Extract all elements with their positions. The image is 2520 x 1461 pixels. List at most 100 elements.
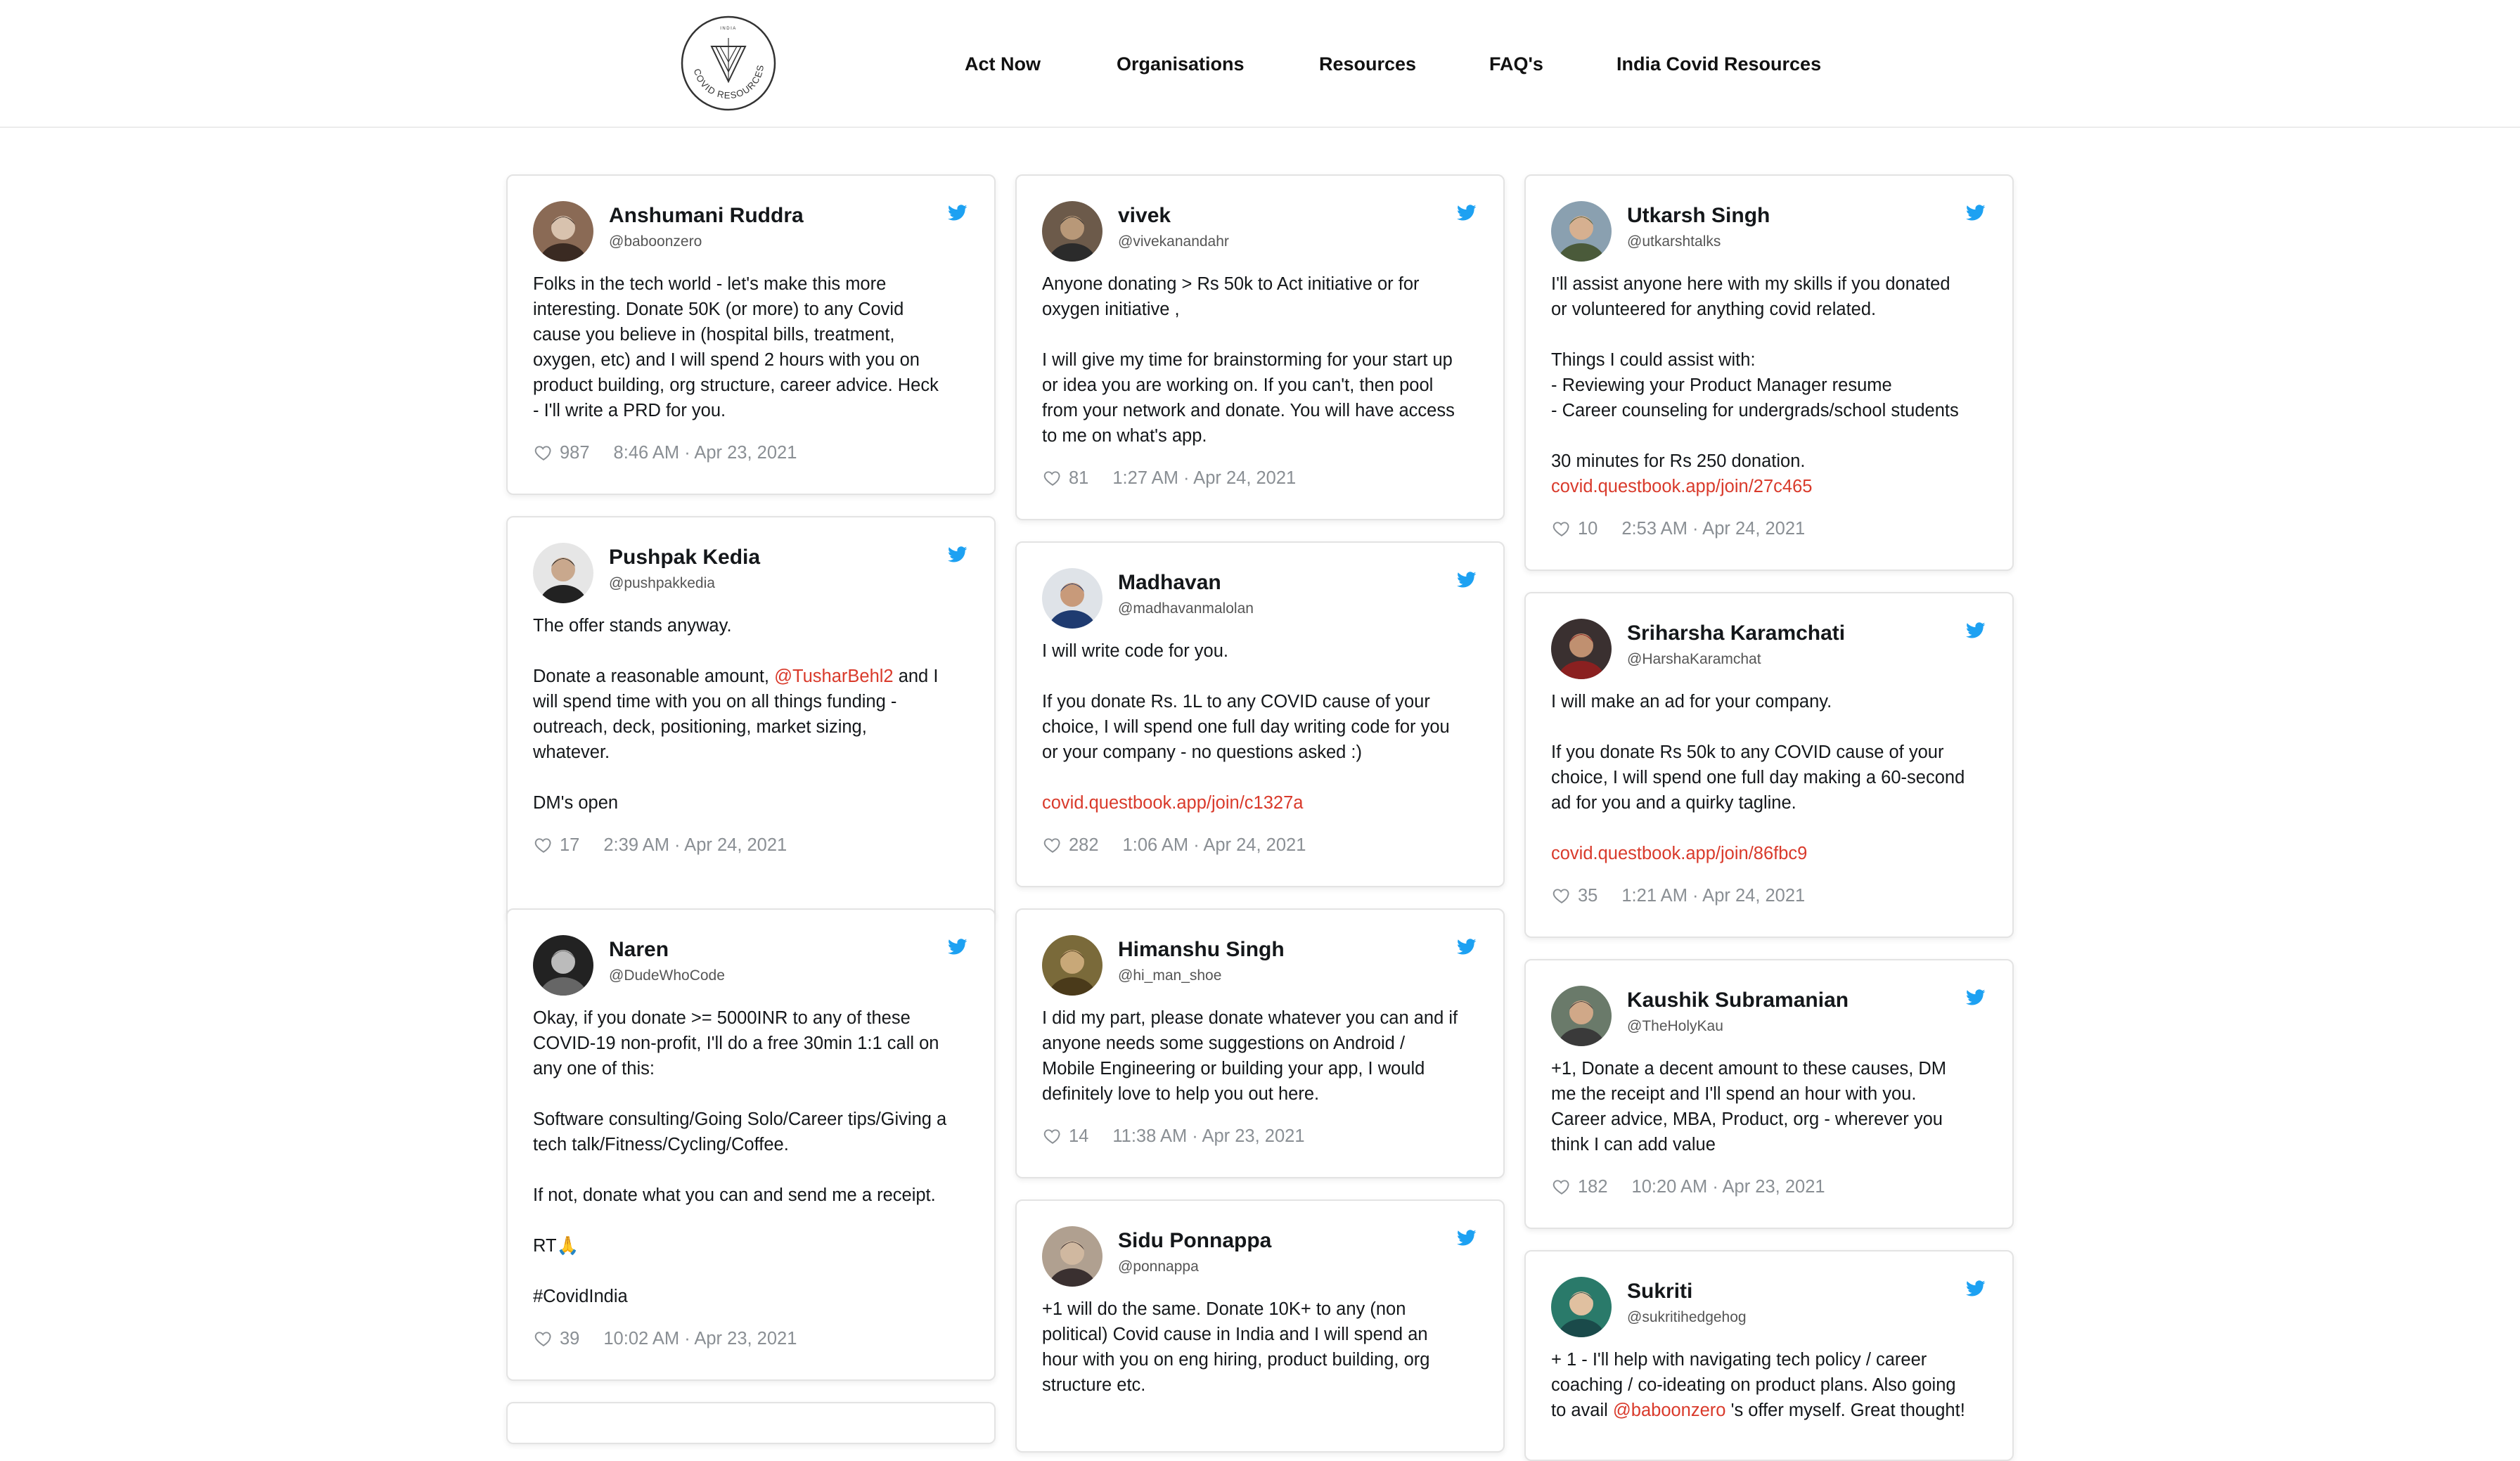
author-name[interactable]: Anshumani Ruddra — [609, 204, 804, 228]
author-handle[interactable]: @baboonzero — [609, 233, 702, 250]
author-name[interactable]: Sukriti — [1627, 1280, 1692, 1304]
tweet-line: whatever. — [533, 740, 969, 765]
heart-icon[interactable] — [1042, 1127, 1063, 1145]
nav-india-covid-resources[interactable]: India Covid Resources — [1616, 53, 1821, 75]
heart-icon[interactable] — [1042, 836, 1063, 854]
tweet-line: COVID-19 non-profit, I'll do a free 30mi… — [533, 1031, 969, 1056]
twitter-icon[interactable] — [1454, 1226, 1478, 1247]
tweet-link[interactable]: covid.questbook.app/join/86fbc9 — [1551, 844, 1807, 863]
tweet-timestamp[interactable]: 8:46 AM · Apr 23, 2021 — [614, 443, 797, 463]
twitter-icon[interactable] — [945, 201, 969, 222]
tweet-card-partial[interactable] — [506, 1402, 996, 1444]
tweet-text: I will make an ad for your company. If yo… — [1551, 689, 1987, 866]
tweet-line-text: I will write code for you. — [1042, 641, 1229, 661]
tweet-link[interactable]: @baboonzero — [1613, 1401, 1726, 1420]
tweet-timestamp[interactable]: 10:02 AM · Apr 23, 2021 — [603, 1329, 797, 1349]
author-name[interactable]: vivek — [1118, 204, 1171, 228]
tweet-line: coaching / co-ideating on product plans.… — [1551, 1372, 1987, 1398]
tweet-card[interactable]: Sidu Ponnappa @ponnappa +1 will do the sam… — [1015, 1199, 1505, 1453]
author-name[interactable]: Utkarsh Singh — [1627, 204, 1770, 228]
twitter-icon[interactable] — [1963, 1277, 1987, 1298]
heart-icon[interactable] — [1551, 1178, 1572, 1196]
tweet-line — [533, 1208, 969, 1233]
author-name[interactable]: Naren — [609, 938, 669, 962]
tweet-line: anyone needs some suggestions on Android… — [1042, 1031, 1478, 1056]
author-handle[interactable]: @ponnappa — [1118, 1259, 1199, 1275]
tweet-card[interactable]: Pushpak Kedia @pushpakkedia The offer stan… — [506, 516, 996, 921]
tweet-timestamp[interactable]: 11:38 AM · Apr 23, 2021 — [1112, 1126, 1304, 1146]
author-handle[interactable]: @madhavanmalolan — [1118, 600, 1254, 617]
heart-icon[interactable] — [533, 836, 554, 854]
tweet-timestamp[interactable]: 2:39 AM · Apr 24, 2021 — [603, 835, 787, 855]
author-handle[interactable]: @pushpakkedia — [609, 575, 715, 592]
tweet-card[interactable]: Kaushik Subramanian @TheHolyKau +1, Donate… — [1524, 959, 2014, 1229]
tweet-link[interactable]: covid.questbook.app/join/27c465 — [1551, 477, 1812, 496]
avatar[interactable] — [533, 543, 593, 603]
author-handle[interactable]: @HarshaKaramchat — [1627, 651, 1761, 668]
heart-icon[interactable] — [1551, 520, 1572, 538]
tweet-line: I will write code for you. — [1042, 638, 1478, 664]
avatar[interactable] — [1551, 201, 1612, 262]
author-name[interactable]: Himanshu Singh — [1118, 938, 1285, 962]
heart-icon[interactable] — [1551, 887, 1572, 905]
avatar[interactable] — [1042, 568, 1102, 629]
author-handle[interactable]: @hi_man_shoe — [1118, 967, 1221, 984]
tweet-card[interactable]: Madhavan @madhavanmalolan I will write cod… — [1015, 541, 1505, 887]
author-handle[interactable]: @DudeWhoCode — [609, 967, 725, 984]
like-count: 39 — [560, 1329, 580, 1349]
tweet-line-text: I will give my time for brainstorming fo… — [1042, 350, 1453, 370]
author-handle[interactable]: @sukritihedgehog — [1627, 1309, 1747, 1326]
avatar[interactable] — [1551, 986, 1612, 1046]
nav-organisations[interactable]: Organisations — [1117, 53, 1245, 75]
twitter-icon[interactable] — [1454, 935, 1478, 956]
avatar[interactable] — [1042, 201, 1102, 262]
twitter-icon[interactable] — [1454, 568, 1478, 589]
tweet-card[interactable]: Sriharsha Karamchati @HarshaKaramchat I wi… — [1524, 592, 2014, 938]
avatar[interactable] — [533, 201, 593, 262]
heart-icon[interactable] — [533, 1330, 554, 1348]
tweet-footer: 182 10:20 AM · Apr 23, 2021 — [1551, 1177, 1825, 1197]
tweet-card[interactable]: vivek @vivekanandahr Anyone donating > Rs … — [1015, 174, 1505, 520]
tweet-line: hour with you on eng hiring, product bui… — [1042, 1347, 1478, 1372]
tweet-link[interactable]: @TusharBehl2 — [774, 667, 894, 686]
author-name[interactable]: Sriharsha Karamchati — [1627, 622, 1845, 645]
tweet-timestamp[interactable]: 1:06 AM · Apr 24, 2021 — [1123, 835, 1306, 855]
tweet-card[interactable]: Naren @DudeWhoCode Okay, if you donate >= … — [506, 908, 996, 1381]
twitter-icon[interactable] — [1963, 986, 1987, 1007]
tweet-card[interactable]: Sukriti @sukritihedgehog + 1 - I'll help w… — [1524, 1250, 2014, 1461]
tweet-timestamp[interactable]: 2:53 AM · Apr 24, 2021 — [1621, 519, 1805, 539]
tweet-timestamp[interactable]: 1:27 AM · Apr 24, 2021 — [1112, 468, 1296, 488]
tweet-line-text: to avail — [1551, 1401, 1613, 1420]
avatar[interactable] — [1042, 1226, 1102, 1287]
tweet-link[interactable]: covid.questbook.app/join/c1327a — [1042, 793, 1303, 813]
twitter-icon[interactable] — [945, 935, 969, 956]
author-handle[interactable]: @TheHolyKau — [1627, 1018, 1723, 1035]
tweet-card[interactable]: Utkarsh Singh @utkarshtalks I'll assist an… — [1524, 174, 2014, 571]
author-name[interactable]: Madhavan — [1118, 571, 1221, 595]
nav-resources[interactable]: Resources — [1319, 53, 1416, 75]
avatar[interactable] — [1551, 619, 1612, 679]
twitter-icon[interactable] — [1963, 201, 1987, 222]
tweet-card[interactable]: Himanshu Singh @hi_man_shoe I did my part,… — [1015, 908, 1505, 1178]
author-name[interactable]: Kaushik Subramanian — [1627, 989, 1849, 1012]
heart-icon[interactable] — [1042, 469, 1063, 487]
author-handle[interactable]: @utkarshtalks — [1627, 233, 1721, 250]
tweet-text: I did my part, please donate whatever yo… — [1042, 1005, 1478, 1107]
tweet-timestamp[interactable]: 1:21 AM · Apr 24, 2021 — [1621, 886, 1805, 906]
avatar[interactable] — [1042, 935, 1102, 996]
tweet-line: to me on what's app. — [1042, 423, 1478, 449]
twitter-icon[interactable] — [1963, 619, 1987, 640]
author-name[interactable]: Sidu Ponnappa — [1118, 1229, 1271, 1253]
nav-faqs[interactable]: FAQ's — [1489, 53, 1543, 75]
heart-icon[interactable] — [533, 444, 554, 462]
tweet-line-text: choice, I will spend one full day writin… — [1042, 717, 1450, 737]
tweet-card[interactable]: Anshumani Ruddra @baboonzero Folks in the … — [506, 174, 996, 495]
tweet-timestamp[interactable]: 10:20 AM · Apr 23, 2021 — [1632, 1177, 1825, 1197]
twitter-icon[interactable] — [945, 543, 969, 564]
avatar[interactable] — [1551, 1277, 1612, 1337]
nav-act-now[interactable]: Act Now — [965, 53, 1041, 75]
author-handle[interactable]: @vivekanandahr — [1118, 233, 1229, 250]
author-name[interactable]: Pushpak Kedia — [609, 546, 760, 569]
twitter-icon[interactable] — [1454, 201, 1478, 222]
avatar[interactable] — [533, 935, 593, 996]
